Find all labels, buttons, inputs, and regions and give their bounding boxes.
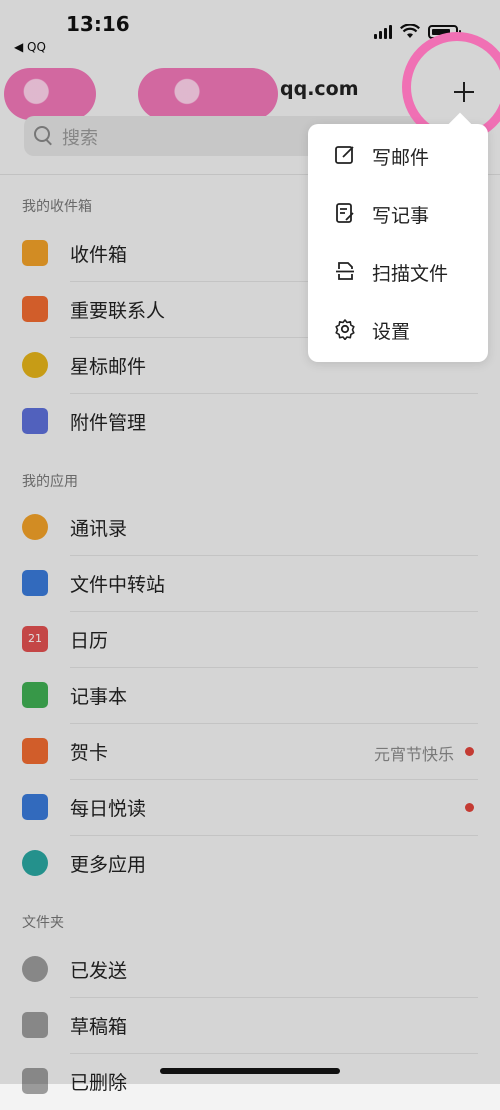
- note-icon: [336, 203, 354, 223]
- menu-item-compose[interactable]: 写邮件: [308, 128, 488, 184]
- menu-item-settings[interactable]: 设置: [308, 302, 488, 358]
- menu-item-write-note[interactable]: 写记事: [308, 186, 488, 242]
- add-menu-popover: 写邮件 写记事 扫描文件 设置: [308, 124, 488, 362]
- menu-item-label: 写记事: [372, 205, 430, 227]
- scan-icon: [336, 262, 354, 280]
- menu-item-scan-file[interactable]: 扫描文件: [308, 244, 488, 300]
- menu-item-label: 设置: [372, 321, 411, 343]
- settings-gear-icon: [335, 319, 355, 340]
- compose-icon: [335, 146, 354, 164]
- menu-item-label: 扫描文件: [372, 263, 449, 285]
- home-indicator[interactable]: [160, 1068, 340, 1074]
- menu-item-label: 写邮件: [372, 147, 430, 169]
